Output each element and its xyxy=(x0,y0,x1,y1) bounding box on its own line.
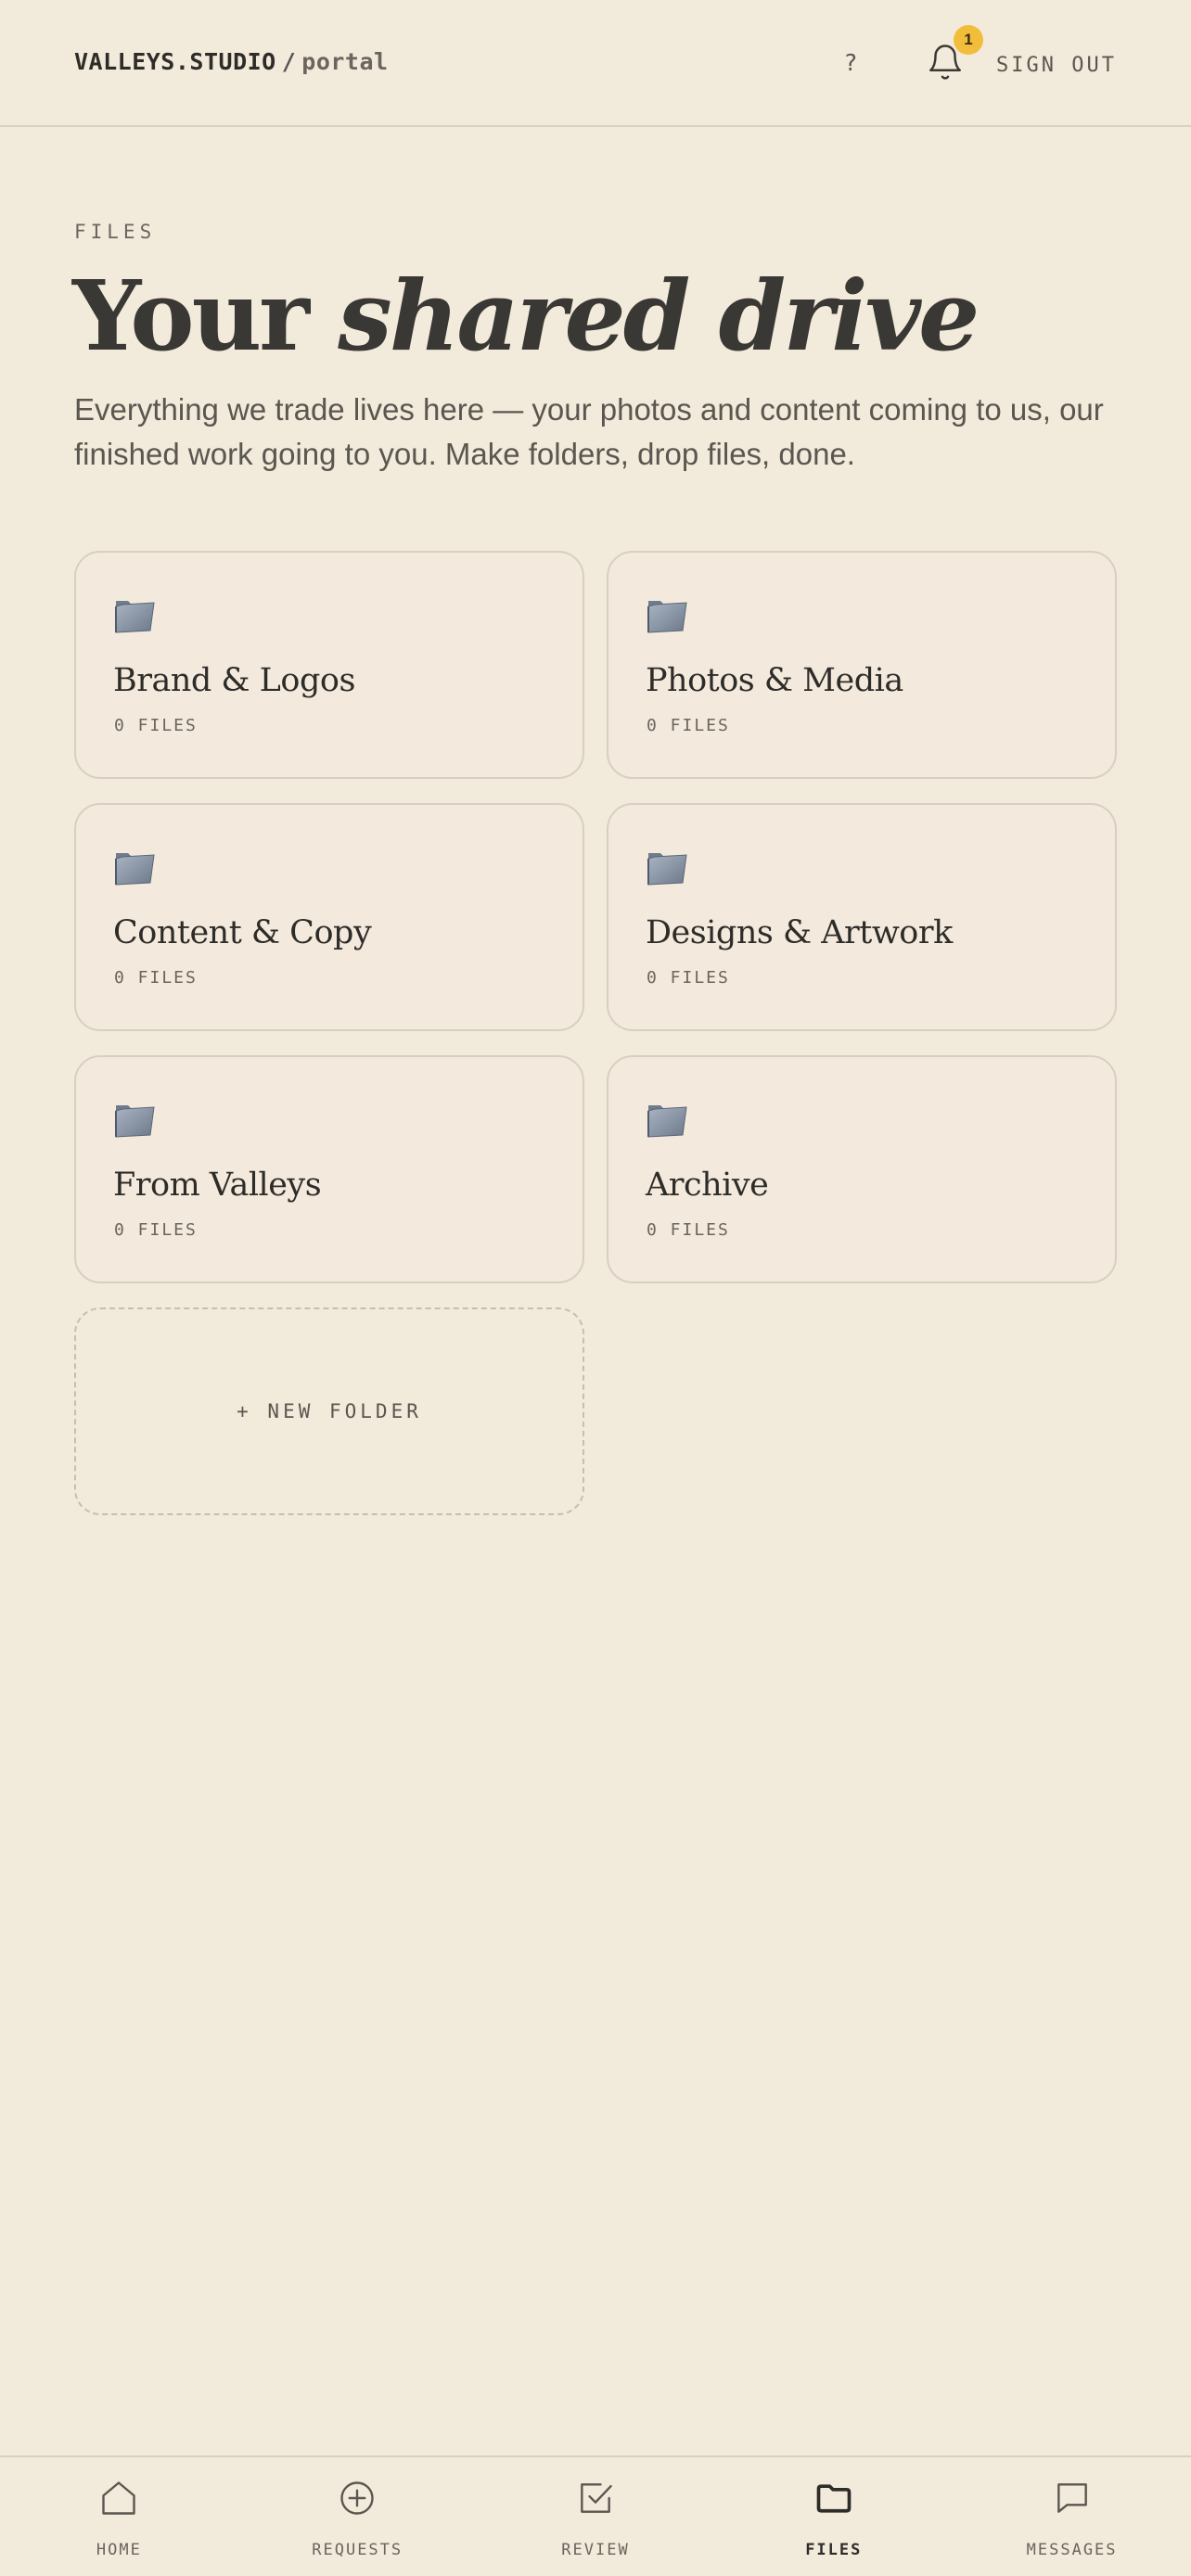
nav-label: HOME xyxy=(96,2541,142,2559)
folder-name: From Valleys xyxy=(113,1167,322,1204)
folder-card-archive[interactable]: Archive 0 FILES xyxy=(607,1055,1117,1283)
folder-icon xyxy=(115,853,155,886)
folder-file-count: 0 FILES xyxy=(647,968,730,988)
nav-item-requests[interactable]: REQUESTS xyxy=(238,2457,477,2576)
new-folder-button[interactable]: + NEW FOLDER xyxy=(74,1307,584,1515)
title-plain: Your xyxy=(72,259,310,373)
page-title: Your shared drive xyxy=(72,258,1121,374)
folder-icon xyxy=(647,601,687,633)
folder-grid: Brand & Logos 0 FILES Photos & Media 0 F… xyxy=(74,551,1117,1515)
folder-icon xyxy=(647,853,687,886)
folder-file-count: 0 FILES xyxy=(647,716,730,735)
nav-label: REVIEW xyxy=(561,2541,630,2559)
bottom-nav: HOME REQUESTS REVIEW FILES MESSAGES xyxy=(0,2455,1191,2576)
help-button[interactable]: ? xyxy=(839,46,863,80)
message-icon xyxy=(1057,2483,1087,2513)
section-eyebrow: FILES xyxy=(74,221,157,243)
nav-label: REQUESTS xyxy=(312,2541,403,2559)
folder-icon xyxy=(647,1105,687,1138)
folder-card-from-valleys[interactable]: From Valleys 0 FILES xyxy=(74,1055,584,1283)
folder-file-count: 0 FILES xyxy=(114,1220,198,1240)
folder-icon xyxy=(115,1105,155,1138)
folder-file-count: 0 FILES xyxy=(114,716,198,735)
folder-file-count: 0 FILES xyxy=(647,1220,730,1240)
nav-item-files[interactable]: FILES xyxy=(714,2457,953,2576)
nav-label: FILES xyxy=(805,2541,863,2559)
folder-name: Photos & Media xyxy=(646,662,903,699)
sign-out-button[interactable]: SIGN OUT xyxy=(996,54,1117,77)
folder-outline-icon xyxy=(816,2484,852,2513)
folder-name: Designs & Artwork xyxy=(646,914,953,951)
folder-card-photos-media[interactable]: Photos & Media 0 FILES xyxy=(607,551,1117,779)
plus-circle-icon xyxy=(340,2481,374,2515)
home-icon xyxy=(102,2481,136,2515)
folder-name: Content & Copy xyxy=(113,914,372,951)
check-square-icon xyxy=(581,2483,612,2513)
notification-badge: 1 xyxy=(954,25,983,55)
folder-name: Archive xyxy=(646,1167,769,1204)
nav-item-home[interactable]: HOME xyxy=(0,2457,238,2576)
brand-separator: / xyxy=(281,48,297,75)
top-header: VALLEYS.STUDIO / portal ? 1 SIGN OUT xyxy=(0,0,1191,127)
folder-card-content-copy[interactable]: Content & Copy 0 FILES xyxy=(74,803,584,1031)
nav-item-review[interactable]: REVIEW xyxy=(477,2457,715,2576)
nav-label: MESSAGES xyxy=(1026,2541,1118,2559)
folder-card-designs-artwork[interactable]: Designs & Artwork 0 FILES xyxy=(607,803,1117,1031)
page-description: Everything we trade lives here — your ph… xyxy=(74,392,1104,471)
folder-icon xyxy=(115,601,155,633)
brand-name: VALLEYS.STUDIO xyxy=(74,48,276,75)
nav-item-messages[interactable]: MESSAGES xyxy=(953,2457,1191,2576)
brand-sub: portal xyxy=(301,48,389,75)
folder-name: Brand & Logos xyxy=(113,662,355,699)
title-emphasis: shared drive xyxy=(338,259,980,373)
brand-logo[interactable]: VALLEYS.STUDIO / portal xyxy=(74,48,389,75)
folder-file-count: 0 FILES xyxy=(114,968,198,988)
folder-card-brand-logos[interactable]: Brand & Logos 0 FILES xyxy=(74,551,584,779)
